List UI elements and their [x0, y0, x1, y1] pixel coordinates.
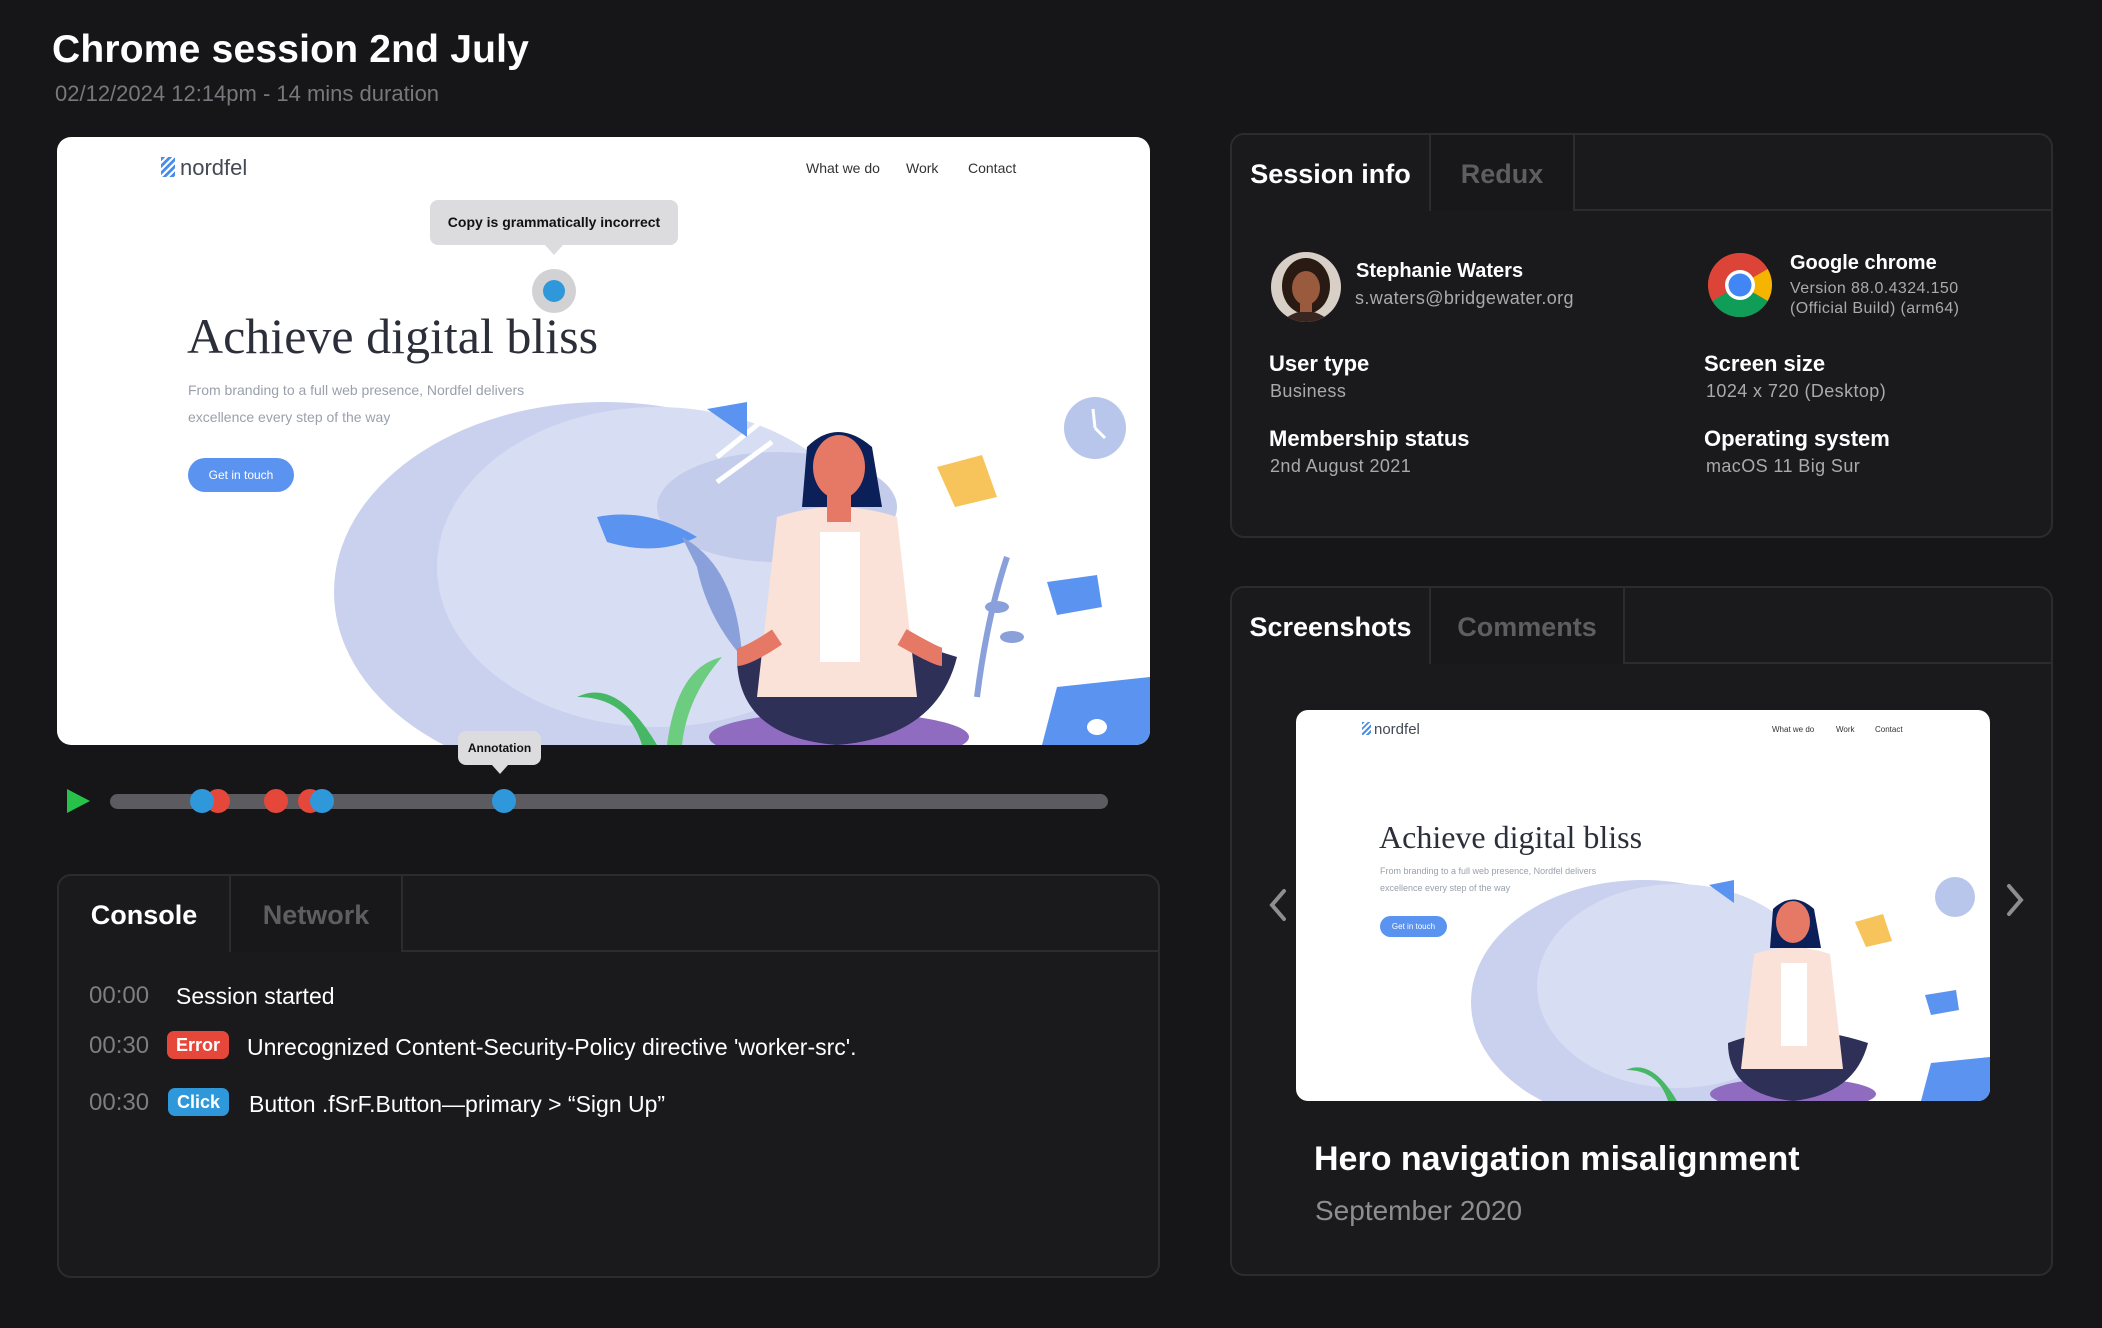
- field-label: Operating system: [1704, 426, 1890, 451]
- screenshot-site-logo: nordfel: [1362, 721, 1420, 738]
- browser-version: Version 88.0.4324.150: [1790, 280, 1959, 297]
- site-hero-body-line: excellence every step of the way: [188, 409, 391, 425]
- site-nav-work[interactable]: Work: [906, 160, 938, 176]
- chevron-right-icon: [2007, 884, 2024, 916]
- page-title: Chrome session 2nd July: [52, 28, 530, 71]
- screenshot-nav-item: Contact: [1875, 725, 1903, 734]
- tab-screenshots[interactable]: Screenshots: [1232, 588, 1431, 666]
- site-hero-body: From branding to a full web presence, No…: [188, 377, 524, 431]
- log-message: Unrecognized Content-Security-Policy dir…: [247, 1034, 857, 1060]
- tab-console[interactable]: Console: [59, 876, 231, 954]
- error-badge: Error: [167, 1031, 230, 1059]
- log-message: Session started: [176, 983, 335, 1009]
- site-nav-what-we-do[interactable]: What we do: [806, 160, 880, 176]
- tab-session-info[interactable]: Session info: [1232, 135, 1431, 213]
- browser-build: (Official Build) (arm64): [1790, 300, 1960, 317]
- chrome-logo-icon: [1707, 252, 1773, 318]
- next-screenshot-button[interactable]: [1995, 870, 2035, 930]
- site-logo-text: nordfel: [180, 155, 248, 180]
- nordfel-logo-icon: [1362, 722, 1371, 735]
- session-meta: 02/12/2024 12:14pm - 14 mins duration: [55, 81, 440, 106]
- screenshot-thumbnail[interactable]: nordfel What we do Work Contact Achieve …: [1296, 710, 1990, 1101]
- screenshot-hero-body: From branding to a full web presence, No…: [1380, 863, 1596, 897]
- session-info-panel: Session info Redux: [1230, 133, 2053, 538]
- tab-redux[interactable]: Redux: [1431, 135, 1575, 211]
- site-nav-contact[interactable]: Contact: [968, 160, 1016, 176]
- screenshots-tabbar: Screenshots Comments: [1232, 588, 2051, 666]
- site-hero-body-line: From branding to a full web presence, No…: [188, 382, 525, 398]
- tab-network[interactable]: Network: [231, 876, 403, 952]
- timeline-scrubber[interactable]: [110, 794, 1108, 809]
- avatar: [1271, 252, 1341, 322]
- chevron-left-icon: [1269, 889, 1286, 921]
- field-value: 2nd August 2021: [1270, 456, 1412, 476]
- console-panel: Console Network 00:00 Session started 00…: [57, 874, 1160, 1278]
- annotation-marker[interactable]: [532, 269, 576, 313]
- browser-name: Google chrome: [1790, 252, 1937, 274]
- user-email[interactable]: s.waters@bridgewater.org: [1355, 288, 1574, 309]
- field-label: User type: [1269, 351, 1370, 376]
- site-cta-button[interactable]: Get in touch: [188, 458, 294, 492]
- screenshot-hero-body-line: excellence every step of the way: [1380, 883, 1511, 893]
- log-time: 00:00: [89, 982, 150, 1009]
- log-message: Button .fSrF.Button—primary > “Sign Up”: [249, 1091, 666, 1117]
- log-time: 00:30: [89, 1089, 150, 1116]
- screenshot-illustration: [1471, 877, 1990, 1101]
- previous-screenshot-button[interactable]: [1258, 875, 1298, 935]
- chrome-logo-svg: [1708, 253, 1772, 317]
- screenshot-hero-body-line: From branding to a full web presence, No…: [1380, 866, 1597, 876]
- session-info-tabbar: Session info Redux: [1232, 135, 2051, 213]
- field-value: macOS 11 Big Sur: [1706, 456, 1861, 476]
- site-logo[interactable]: nordfel: [161, 155, 247, 181]
- nordfel-logo-icon: [161, 157, 175, 177]
- timeline-annotation-label: Annotation: [458, 731, 541, 774]
- screenshot-title: Hero navigation misalignment: [1314, 1140, 1800, 1178]
- screenshot-cta-button: Get in touch: [1380, 916, 1447, 937]
- tab-comments[interactable]: Comments: [1431, 588, 1625, 664]
- log-time: 00:30: [89, 1032, 150, 1059]
- field-value: Business: [1270, 381, 1347, 401]
- screenshot-date: September 2020: [1315, 1195, 1523, 1226]
- click-badge: Click: [168, 1088, 230, 1116]
- screenshot-logo-text: nordfel: [1374, 721, 1420, 738]
- screenshot-nav-item: What we do: [1772, 725, 1815, 734]
- timeline-marker-click[interactable]: [310, 789, 334, 813]
- annotation-tooltip: Copy is grammatically incorrect: [430, 200, 678, 255]
- play-button[interactable]: [64, 787, 92, 815]
- console-tabbar: Console Network: [59, 876, 1158, 954]
- screenshot-hero-headline: Achieve digital bliss: [1379, 819, 1643, 855]
- field-value: 1024 x 720 (Desktop): [1706, 381, 1887, 401]
- user-name: Stephanie Waters: [1356, 260, 1524, 282]
- site-hero-headline: Achieve digital bliss: [187, 308, 599, 364]
- user-avatar-image: [1271, 252, 1341, 322]
- screenshot-nav-item: Work: [1836, 725, 1855, 734]
- timeline-marker-click[interactable]: [190, 789, 214, 813]
- field-label: Membership status: [1269, 426, 1470, 451]
- field-label: Screen size: [1704, 351, 1826, 376]
- play-icon: [67, 789, 90, 813]
- timeline-marker-error[interactable]: [264, 789, 288, 813]
- timeline-marker-click[interactable]: [492, 789, 516, 813]
